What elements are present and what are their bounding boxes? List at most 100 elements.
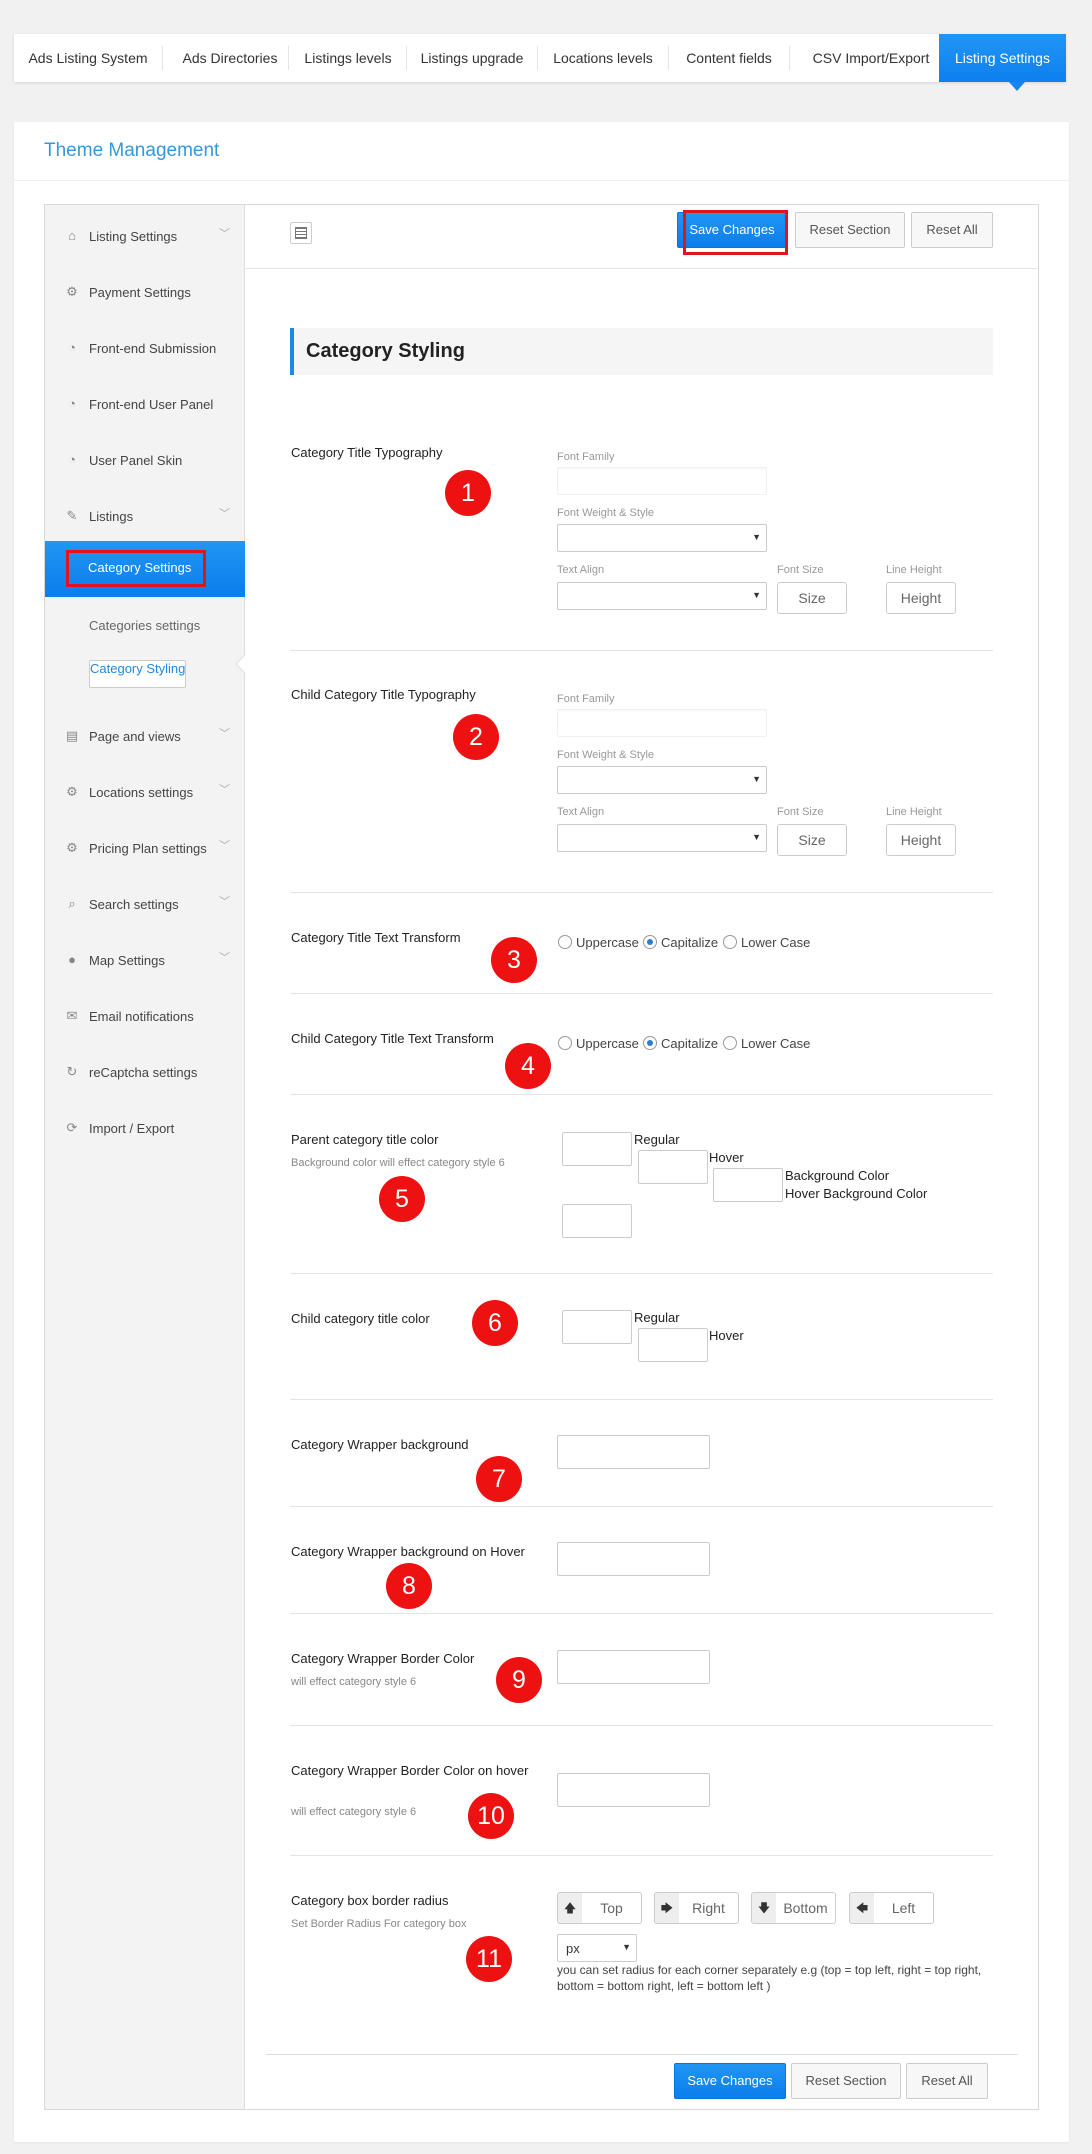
sidebar-item-recaptcha-settings[interactable]: ↻ reCaptcha settings [45,1053,245,1093]
sidebar-item-label: User Panel Skin [89,453,183,468]
sidebar-item-label: Locations settings [89,785,194,800]
reset-section-button-bottom[interactable]: Reset Section [791,2063,901,2099]
tab-listing-settings[interactable]: Listing Settings [939,34,1066,82]
sidebar-item-payment-settings[interactable]: ⚙ Payment Settings [45,273,245,313]
tab-content-fields[interactable]: Content fields [669,34,789,82]
sidebar-subitem-categories-settings[interactable]: Categories settings [89,618,200,633]
child-regular-color-swatch[interactable] [562,1310,632,1344]
chevron-down-icon: ﹀ [219,952,230,964]
tab-csv-import-export[interactable]: CSV Import/Export [790,34,952,82]
caret-down-icon: ▼ [622,1942,631,1952]
sidebar-item-email-notifications[interactable]: ✉ Email notifications [45,997,245,1037]
chevron-down-icon: ﹀ [219,228,230,240]
reset-all-button-bottom[interactable]: Reset All [906,2063,988,2099]
font-weight-select[interactable]: ▼ [557,524,767,552]
swatch-label: Regular [634,1132,680,1147]
divider [290,993,993,994]
tab-ads-listing-system[interactable]: Ads Listing System [14,34,162,82]
lowercase-radio[interactable] [723,935,737,949]
text-align-select[interactable]: ▼ [557,582,767,610]
font-family-input[interactable] [557,467,767,495]
child-font-size-input[interactable]: Size [777,824,847,856]
radius-top-input[interactable]: Top [582,1892,642,1924]
row-description: Set Border Radius For category box [291,1918,467,1930]
child-line-height-input[interactable]: Height [886,824,956,856]
selected-unit: px [566,1941,580,1956]
sidebar-item-pricing-plan-settings[interactable]: ⚙ Pricing Plan settings ﹀ [45,829,245,869]
sidebar-item-category-settings[interactable]: Category Settings [45,541,245,597]
mail-icon: ✉ [66,1008,78,1023]
wrapper-border-color-input[interactable] [557,1650,710,1684]
radio-label: Capitalize [661,935,719,950]
reset-all-button[interactable]: Reset All [911,212,993,248]
sidebar-item-label: Payment Settings [89,285,191,300]
row-label-category-wrapper-border-color-hover: Category Wrapper Border Color on hover [291,1763,529,1778]
font-family-label: Font Family [557,693,615,705]
row-description: Background color will effect category st… [291,1157,505,1169]
sidebar-item-label: Import / Export [89,1121,175,1136]
child-font-family-input[interactable] [557,709,767,737]
dashboard-icon: ◔ [68,340,76,355]
uppercase-radio[interactable] [558,935,572,949]
gear-icon: ⚙ [66,784,78,799]
wrapper-background-input[interactable] [557,1435,710,1469]
sidebar-item-map-settings[interactable]: ● Map Settings ﹀ [45,941,245,981]
sidebar-item-listings[interactable]: ✎ Listings ﹀ [45,497,245,537]
row-description: will effect category style 6 [291,1676,417,1688]
layout-toggle-icon[interactable] [290,222,312,244]
sidebar-item-search-settings[interactable]: ⌕ Search settings ﹀ [45,885,245,925]
sidebar-item-label: Page and views [89,729,181,744]
sidebar-item-frontend-user-panel[interactable]: ◔ Front-end User Panel [45,385,245,425]
swatch-label: Hover Background Color [785,1186,928,1201]
tab-locations-levels[interactable]: Locations levels [538,34,668,82]
tab-ads-directories[interactable]: Ads Directories [163,34,297,82]
radio-label: Lower Case [741,1036,811,1051]
tab-listings-levels[interactable]: Listings levels [289,34,407,82]
radio-label: Lower Case [741,935,811,950]
row-label-category-wrapper-background-hover: Category Wrapper background on Hover [291,1544,525,1559]
annotation-badge: 10 [468,1793,514,1839]
hover-background-color-swatch[interactable] [562,1204,632,1238]
radius-unit-select[interactable]: px ▼ [557,1934,637,1962]
wrapper-background-hover-input[interactable] [557,1542,710,1576]
font-size-input[interactable]: Size [777,582,847,614]
chevron-down-icon: ﹀ [219,896,230,908]
radio-label: Uppercase [576,1036,639,1051]
sidebar-item-locations-settings[interactable]: ⚙ Locations settings ﹀ [45,773,245,813]
radius-right-input[interactable]: Right [679,1892,739,1924]
child-lowercase-radio[interactable] [723,1036,737,1050]
sidebar-subitem-category-styling[interactable]: Category Styling [89,660,187,688]
child-uppercase-radio[interactable] [558,1036,572,1050]
divider [290,1613,993,1614]
background-color-swatch[interactable] [713,1168,783,1202]
radius-bottom-input[interactable]: Bottom [776,1892,836,1924]
reset-section-button[interactable]: Reset Section [795,212,905,248]
child-font-weight-select[interactable]: ▼ [557,766,767,794]
divider [290,1725,993,1726]
radio-label: Uppercase [576,935,639,950]
divider [290,1273,993,1274]
sidebar-item-user-panel-skin[interactable]: ◔ User Panel Skin [45,441,245,481]
child-hover-color-swatch[interactable] [638,1328,708,1362]
child-capitalize-radio[interactable] [643,1036,657,1050]
sidebar-item-label: reCaptcha settings [89,1065,198,1080]
hover-color-swatch[interactable] [638,1150,708,1184]
regular-color-swatch[interactable] [562,1132,632,1166]
annotation-badge: 3 [491,937,537,983]
wrapper-border-color-hover-input[interactable] [557,1773,710,1807]
tab-listings-upgrade[interactable]: Listings upgrade [407,34,537,82]
save-button-bottom[interactable]: Save Changes [674,2063,786,2099]
sidebar-item-import-export[interactable]: ⟳ Import / Export [45,1109,245,1149]
line-height-input[interactable]: Height [886,582,956,614]
font-size-label: Font Size [777,564,824,576]
sidebar-item-page-and-views[interactable]: ▤ Page and views ﹀ [45,717,245,757]
refresh-icon: ↻ [66,1064,78,1079]
capitalize-radio[interactable] [643,935,657,949]
font-weight-label: Font Weight & Style [557,507,655,519]
child-text-align-select[interactable]: ▼ [557,824,767,852]
sidebar-item-frontend-submission[interactable]: ◔ Front-end Submission [45,329,245,369]
radius-left-group: 🡄 Left [849,1892,935,1924]
sidebar-item-listing-settings[interactable]: ⌂ Listing Settings ﹀ [45,217,245,257]
divider [266,2054,1018,2055]
radius-left-input[interactable]: Left [874,1892,934,1924]
